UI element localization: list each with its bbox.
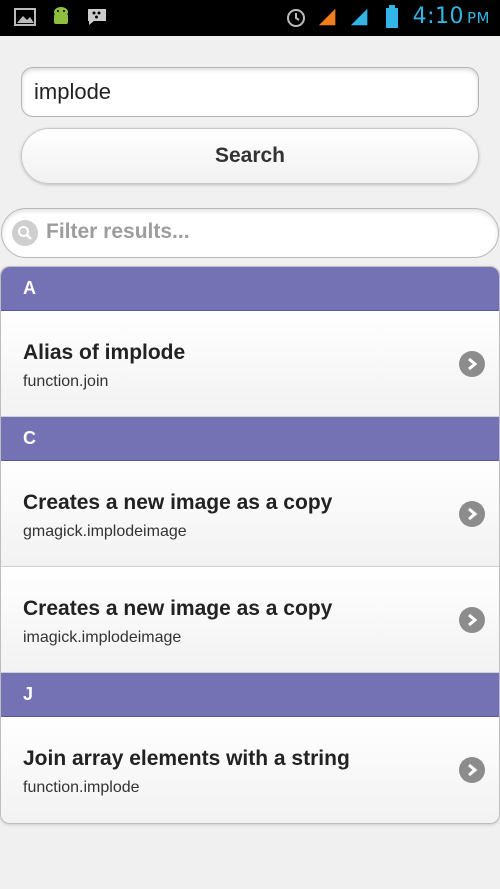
bbm-icon [86, 6, 108, 28]
item-subtitle: function.join [23, 373, 109, 390]
list-item[interactable]: Creates a new image as a copy imagick.im… [1, 567, 499, 673]
signal-2-icon [349, 6, 371, 28]
battery-icon [381, 4, 403, 28]
results-list: A Alias of implode function.join C Creat… [0, 266, 500, 824]
item-subtitle: function.implode [23, 779, 140, 796]
android-icon [50, 6, 72, 28]
chevron-right-icon [459, 757, 485, 783]
image-icon [14, 6, 36, 28]
status-bar: 4:10 PM [0, 0, 500, 36]
list-item[interactable]: Join array elements with a string functi… [1, 717, 499, 823]
item-subtitle: gmagick.implodeimage [23, 523, 187, 540]
item-title: Creates a new image as a copy [23, 491, 333, 514]
item-title: Creates a new image as a copy [23, 597, 333, 620]
divider-a: A [1, 267, 499, 311]
search-button[interactable]: Search [21, 128, 479, 184]
signal-1-icon [317, 6, 339, 28]
clock: 4:10 PM [412, 4, 490, 29]
chevron-right-icon [459, 351, 485, 377]
item-title: Join array elements with a string [23, 747, 350, 770]
item-subtitle: imagick.implodeimage [23, 629, 182, 646]
list-item[interactable]: Creates a new image as a copy gmagick.im… [1, 461, 499, 567]
list-item[interactable]: Alias of implode function.join [1, 311, 499, 417]
search-input[interactable]: implode [21, 67, 479, 117]
divider-c: C [1, 417, 499, 461]
filter-input[interactable]: Filter results... [1, 208, 499, 258]
item-title: Alias of implode [23, 341, 186, 364]
divider-j: J [1, 673, 499, 717]
filter-placeholder: Filter results... [46, 220, 190, 243]
alarm-icon [285, 6, 307, 28]
chevron-right-icon [459, 607, 485, 633]
chevron-right-icon [459, 501, 485, 527]
search-icon [12, 220, 38, 246]
